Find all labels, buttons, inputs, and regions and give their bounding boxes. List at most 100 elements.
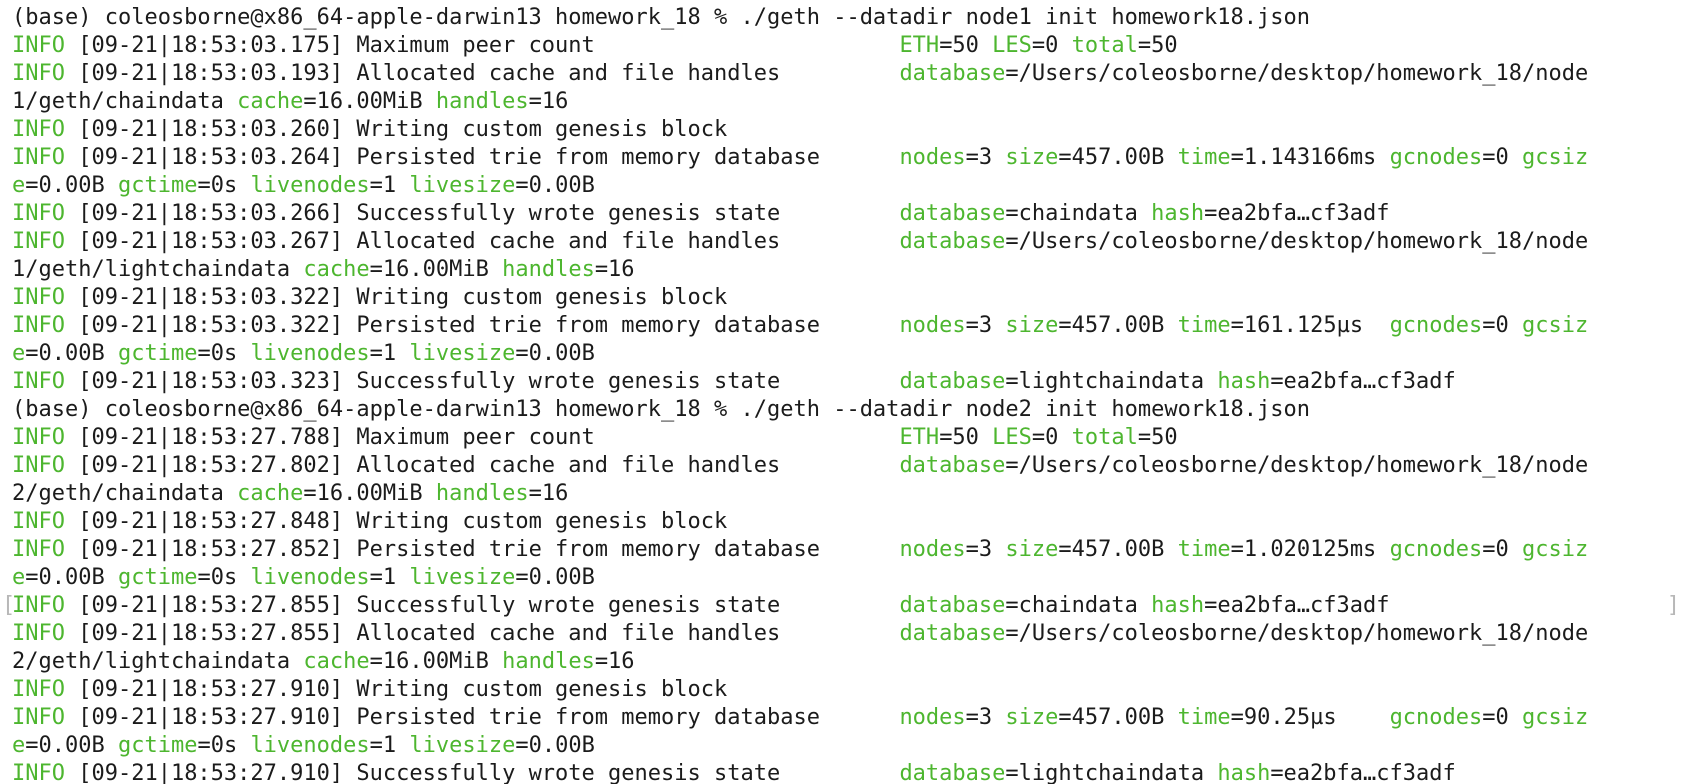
log-text: =3	[965, 705, 1006, 730]
terminal-line: INFO [09-21|18:53:27.852] Persisted trie…	[0, 536, 1686, 564]
log-text: [09-21|18:53:03.266] Successfully wrote …	[64, 201, 900, 226]
log-text: =457.00B	[1058, 145, 1178, 170]
log-text: =chaindata	[1005, 201, 1152, 226]
terminal-output[interactable]: (base) coleosborne@x86_64-apple-darwin13…	[0, 4, 1686, 784]
log-key: livesize	[409, 173, 516, 198]
terminal-line: INFO [09-21|18:53:27.855] Allocated cach…	[0, 620, 1686, 648]
log-text: [09-21|18:53:03.267] Allocated cache and…	[64, 229, 900, 254]
log-text: [09-21|18:53:03.175] Maximum peer count	[64, 33, 900, 58]
log-key: e	[12, 733, 26, 758]
log-key: nodes	[899, 705, 966, 730]
log-key: database	[899, 761, 1006, 784]
log-key: database	[899, 61, 1006, 86]
log-key: INFO	[12, 453, 65, 478]
log-text: =0.00B	[25, 341, 118, 366]
log-text: =/Users/coleosborne/desktop/homework_18/…	[1005, 621, 1589, 646]
log-text: =0	[1031, 425, 1072, 450]
log-text: =ea2bfa…cf3adf	[1270, 369, 1456, 394]
log-key: INFO	[12, 621, 65, 646]
log-key: gcnodes	[1389, 145, 1483, 170]
log-text: =0s	[197, 341, 251, 366]
log-text: =0	[1482, 145, 1523, 170]
log-key: time	[1177, 145, 1231, 170]
log-key: INFO	[12, 369, 65, 394]
log-key: handles	[502, 257, 595, 282]
selection-bracket-left: [	[2, 593, 16, 618]
terminal-line: INFO [09-21|18:53:03.267] Allocated cach…	[0, 228, 1686, 256]
log-text: 1/geth/lightchaindata	[12, 257, 304, 282]
log-text: =3	[965, 145, 1006, 170]
log-text: [09-21|18:53:27.848] Writing custom gene…	[64, 509, 728, 534]
log-key: size	[1005, 313, 1059, 338]
terminal-line: INFO [09-21|18:53:27.848] Writing custom…	[0, 508, 1686, 536]
terminal-line: e=0.00B gctime=0s livenodes=1 livesize=0…	[0, 172, 1686, 200]
log-key: gctime	[117, 565, 198, 590]
log-text: =16	[594, 257, 635, 282]
log-text: =1.143166ms	[1230, 145, 1390, 170]
log-key: livenodes	[250, 341, 370, 366]
log-text: =/Users/coleosborne/desktop/homework_18/…	[1005, 229, 1589, 254]
log-text: =ea2bfa…cf3adf	[1204, 201, 1390, 226]
terminal-line: INFO [09-21|18:53:03.193] Allocated cach…	[0, 60, 1686, 88]
log-text: [09-21|18:53:03.264] Persisted trie from…	[64, 145, 900, 170]
log-text: =0s	[197, 173, 251, 198]
log-text: =0	[1482, 537, 1523, 562]
terminal-line: INFO [09-21|18:53:03.322] Writing custom…	[0, 284, 1686, 312]
log-text: =1	[369, 341, 410, 366]
terminal-line: INFO [09-21|18:53:03.260] Writing custom…	[0, 116, 1686, 144]
log-key: size	[1005, 145, 1059, 170]
log-key: INFO	[12, 509, 65, 534]
log-text: =457.00B	[1058, 537, 1178, 562]
log-key: hash	[1151, 593, 1205, 618]
terminal-line: e=0.00B gctime=0s livenodes=1 livesize=0…	[0, 564, 1686, 592]
log-key: livenodes	[250, 173, 370, 198]
terminal-line: INFO [09-21|18:53:27.910] Successfully w…	[0, 760, 1686, 784]
log-key: cache	[303, 257, 370, 282]
terminal-line: INFO [09-21|18:53:27.910] Persisted trie…	[0, 704, 1686, 732]
log-key: cache	[237, 89, 304, 114]
log-text: =0	[1482, 313, 1523, 338]
log-key: time	[1177, 537, 1231, 562]
terminal-line: INFO [09-21|18:53:27.910] Writing custom…	[0, 676, 1686, 704]
log-key: INFO	[12, 313, 65, 338]
log-text: =0s	[197, 565, 251, 590]
log-text: =16	[528, 89, 569, 114]
log-key: gcsiz	[1522, 705, 1589, 730]
log-text: =0.00B	[515, 173, 595, 198]
log-key: database	[899, 201, 1006, 226]
log-text: [09-21|18:53:27.910] Successfully wrote …	[64, 761, 900, 784]
log-text: =90.25µs	[1230, 705, 1390, 730]
log-text: =50	[939, 425, 993, 450]
terminal-line: INFO [09-21|18:53:03.322] Persisted trie…	[0, 312, 1686, 340]
log-key: livesize	[409, 565, 516, 590]
log-key: INFO	[12, 593, 65, 618]
log-text: =/Users/coleosborne/desktop/homework_18/…	[1005, 61, 1589, 86]
terminal-line: 1/geth/chaindata cache=16.00MiB handles=…	[0, 88, 1686, 116]
log-text: =0s	[197, 733, 251, 758]
log-text: =16.00MiB	[369, 257, 503, 282]
log-text: [09-21|18:53:27.802] Allocated cache and…	[64, 453, 900, 478]
log-text: =16.00MiB	[369, 649, 503, 674]
log-text: [09-21|18:53:03.323] Successfully wrote …	[64, 369, 900, 394]
log-text: =0.00B	[515, 341, 595, 366]
log-text: =0.00B	[25, 565, 118, 590]
log-key: time	[1177, 705, 1231, 730]
log-text: =ea2bfa…cf3adf	[1270, 761, 1456, 784]
log-key: size	[1005, 537, 1059, 562]
log-text: 2/geth/lightchaindata	[12, 649, 304, 674]
log-key: cache	[237, 481, 304, 506]
log-key: INFO	[12, 285, 65, 310]
log-text: =16	[594, 649, 635, 674]
log-key: e	[12, 565, 26, 590]
terminal-line: INFO [09-21|18:53:03.264] Persisted trie…	[0, 144, 1686, 172]
log-text: [09-21|18:53:03.322] Persisted trie from…	[64, 313, 900, 338]
log-key: livesize	[409, 341, 516, 366]
log-text: =457.00B	[1058, 313, 1178, 338]
log-text: =0.00B	[515, 733, 595, 758]
log-text: =/Users/coleosborne/desktop/homework_18/…	[1005, 453, 1589, 478]
log-key: hash	[1217, 761, 1271, 784]
log-key: livesize	[409, 733, 516, 758]
log-text: =1.020125ms	[1230, 537, 1390, 562]
terminal-line: e=0.00B gctime=0s livenodes=1 livesize=0…	[0, 732, 1686, 760]
log-text: =ea2bfa…cf3adf	[1204, 593, 1390, 618]
